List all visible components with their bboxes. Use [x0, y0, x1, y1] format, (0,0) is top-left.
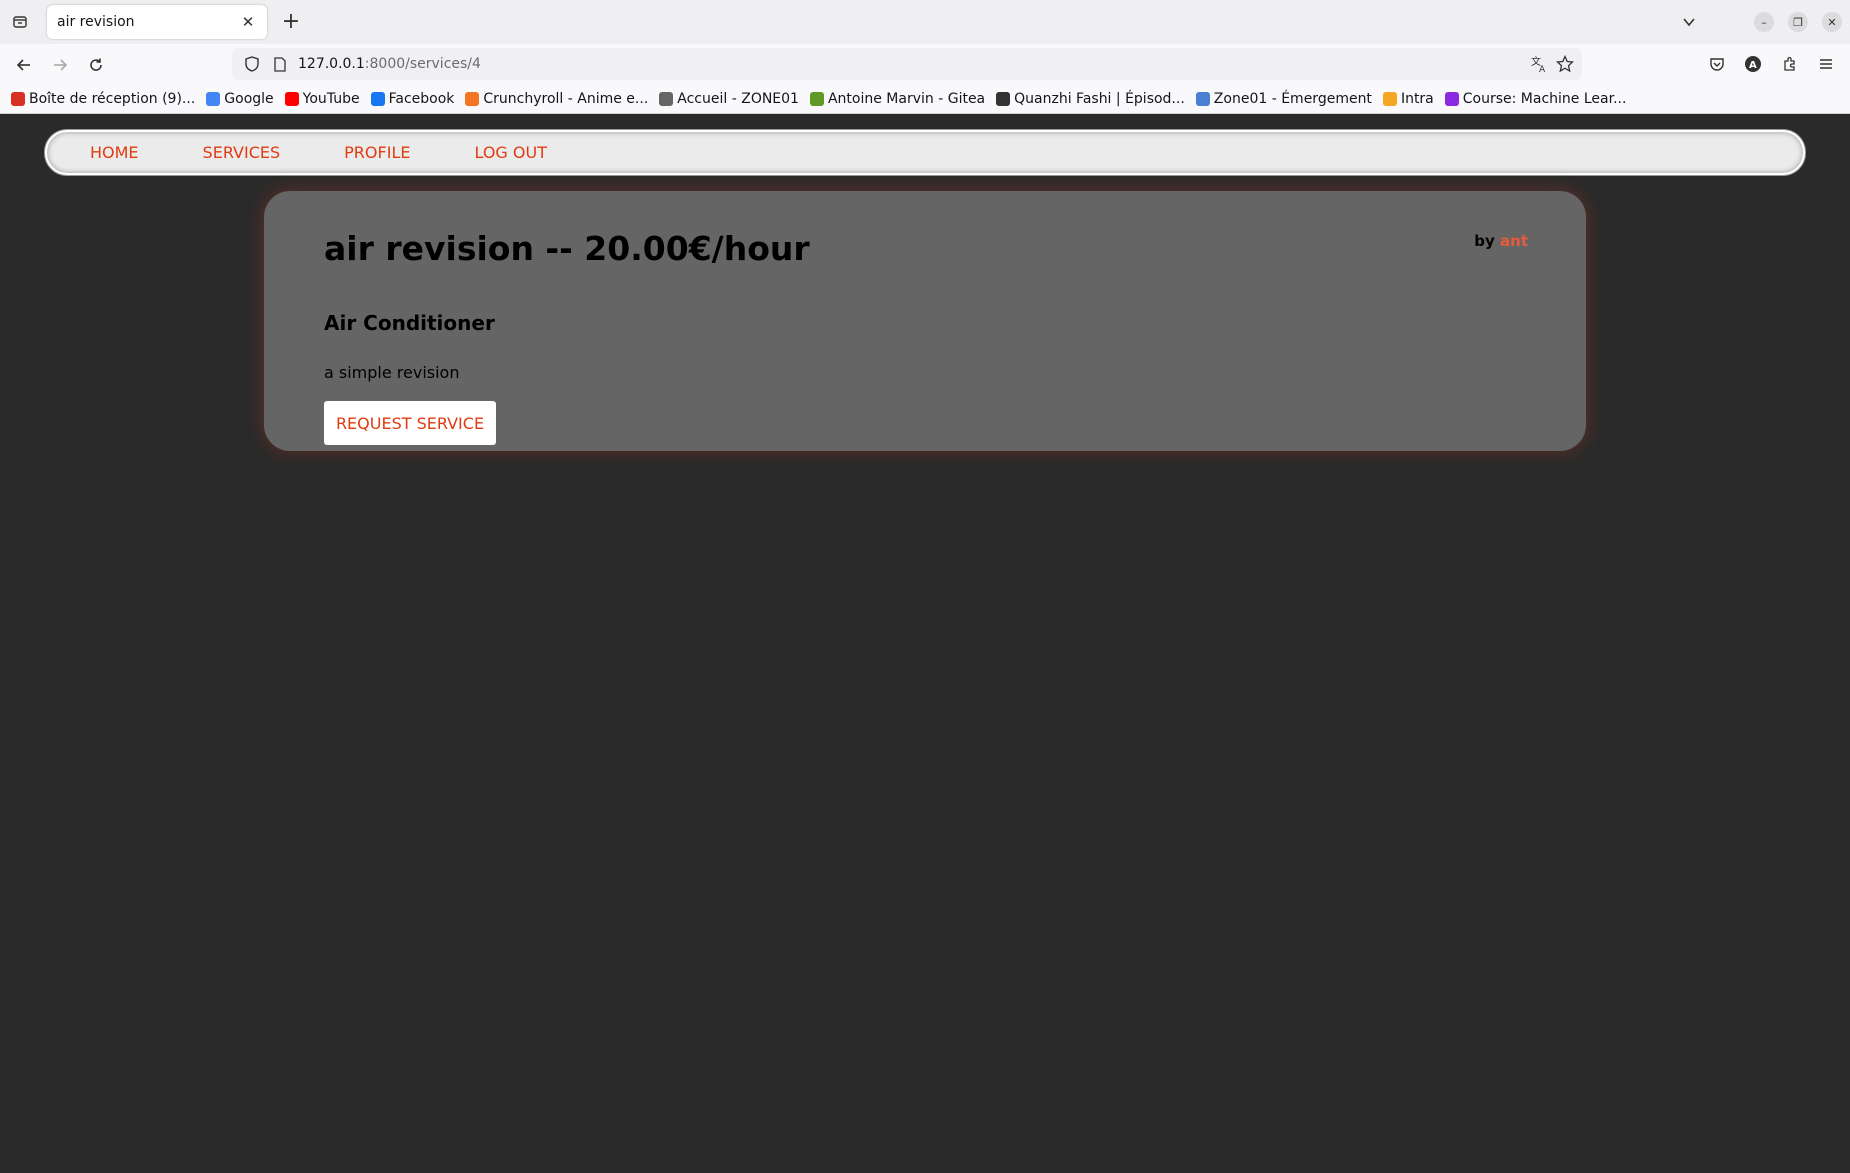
bookmark-label: Accueil - ZONE01: [677, 90, 799, 107]
nav-home-link[interactable]: HOME: [90, 143, 139, 162]
bookmark-label: YouTube: [302, 90, 360, 107]
bookmark-label: Course: Machine Lear...: [1462, 90, 1627, 107]
bookmark-label: Google: [224, 90, 274, 107]
zone01-doc-icon: [1195, 91, 1210, 106]
bookmark-item[interactable]: Accueil - ZONE01: [659, 91, 799, 107]
svg-text:A: A: [1539, 65, 1546, 73]
bookmark-item[interactable]: Antoine Marvin - Gitea: [809, 90, 986, 107]
globe-icon: [996, 91, 1011, 106]
nav-logout-link[interactable]: LOG OUT: [474, 143, 547, 162]
bookmark-label: Quanzhi Fashi | Épisod...: [1014, 90, 1185, 107]
chevron-down-icon[interactable]: [1677, 10, 1701, 34]
bookmark-label: Crunchyroll - Anime e...: [483, 90, 649, 107]
browser-nav-bar: 127.0.0.1:8000/services/4 文A A: [0, 44, 1850, 84]
author-by-label: by: [1474, 232, 1495, 250]
bookmark-item[interactable]: Facebook: [370, 90, 455, 107]
code-icon: [1382, 91, 1397, 106]
bookmark-label: Zone01 - Émergement: [1213, 90, 1372, 107]
bookmarks-toolbar: Boîte de réception (9)... Google YouTube Fa…: [0, 84, 1850, 114]
bookmark-star-icon[interactable]: [1555, 54, 1575, 74]
bookmark-label: Intra: [1400, 90, 1434, 107]
url-host: 127.0.0.1: [298, 56, 365, 72]
svg-text:A: A: [1749, 60, 1757, 71]
service-title: air revision -- 20.00€/hour: [324, 229, 810, 268]
url-path: :8000/services/4: [364, 56, 481, 72]
bookmark-item[interactable]: Crunchyroll - Anime e...: [465, 91, 648, 107]
gmail-icon: [11, 91, 25, 106]
youtube-icon: [284, 91, 299, 106]
bookmark-item[interactable]: Course: Machine Lear...: [1444, 90, 1627, 107]
gitea-icon: [809, 91, 824, 106]
facebook-icon: [370, 91, 385, 106]
menu-icon[interactable]: [1815, 53, 1837, 75]
bookmark-label: Antoine Marvin - Gitea: [827, 90, 986, 107]
browser-tab-bar: air revision ✕ + – ❐ ✕: [0, 0, 1850, 44]
service-card: air revision -- 20.00€/hour by ant Air C…: [264, 191, 1586, 451]
bookmark-item[interactable]: YouTube: [284, 90, 360, 107]
bookmark-label: Facebook: [388, 90, 455, 107]
forward-icon[interactable]: [47, 52, 73, 78]
translate-icon[interactable]: 文A: [1529, 54, 1549, 74]
bookmark-item[interactable]: Boîte de réception (9)...: [11, 91, 195, 107]
bookmark-item[interactable]: Intra: [1382, 90, 1434, 107]
minimize-icon[interactable]: –: [1754, 12, 1774, 32]
site-nav-bar: HOME SERVICES PROFILE LOG OUT: [45, 130, 1805, 175]
service-description: a simple revision: [324, 363, 460, 382]
close-window-icon[interactable]: ✕: [1822, 12, 1842, 32]
back-icon[interactable]: [11, 52, 37, 78]
pocket-icon[interactable]: [1706, 53, 1728, 75]
nav-services-link[interactable]: SERVICES: [203, 143, 281, 162]
nav-profile-link[interactable]: PROFILE: [344, 143, 410, 162]
page-icon[interactable]: [270, 54, 290, 74]
account-icon[interactable]: A: [1742, 53, 1764, 75]
reload-icon[interactable]: [83, 52, 109, 78]
new-tab-icon[interactable]: +: [279, 9, 303, 34]
tab-close-icon[interactable]: ✕: [239, 13, 257, 31]
bookmark-item[interactable]: Zone01 - Émergement: [1195, 90, 1372, 107]
bookmark-item[interactable]: Google: [206, 90, 274, 107]
shield-icon[interactable]: [242, 54, 262, 74]
zone01-icon: [659, 91, 674, 106]
url-bar[interactable]: 127.0.0.1:8000/services/4 文A: [232, 48, 1582, 80]
tab-title: air revision: [57, 14, 135, 30]
browser-tab-active[interactable]: air revision ✕: [47, 5, 267, 39]
google-icon: [206, 91, 221, 106]
author-link[interactable]: ant: [1500, 232, 1528, 250]
service-category: Air Conditioner: [324, 311, 495, 335]
extensions-icon[interactable]: [1779, 53, 1801, 75]
bookmark-label: Boîte de réception (9)...: [29, 90, 196, 107]
restore-icon[interactable]: ❐: [1788, 12, 1808, 32]
request-service-button[interactable]: REQUEST SERVICE: [324, 401, 496, 445]
bookmark-item[interactable]: Quanzhi Fashi | Épisod...: [996, 91, 1185, 107]
tab-list-icon[interactable]: [8, 10, 32, 34]
service-author: by ant: [1474, 232, 1528, 250]
course-icon: [1444, 91, 1459, 106]
crunchyroll-icon: [465, 91, 480, 106]
